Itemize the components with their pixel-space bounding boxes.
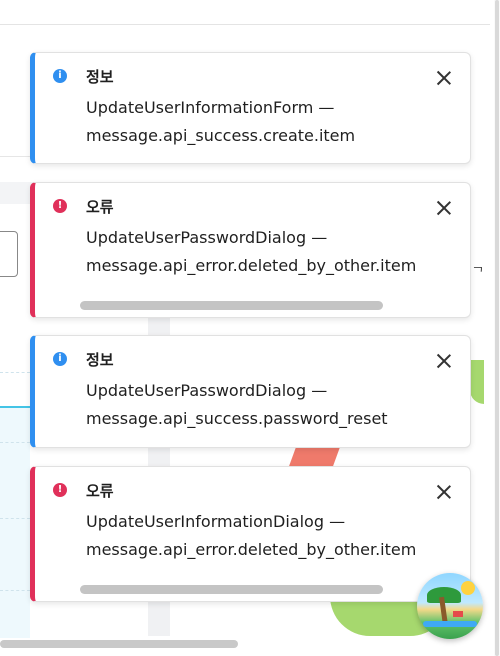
horizontal-scrollbar[interactable] <box>0 640 238 648</box>
toast-title: 오류 <box>86 482 114 500</box>
close-icon[interactable] <box>436 484 452 500</box>
toast-scrollbar[interactable] <box>80 301 383 310</box>
toast-notification: i 정보 UpdateUserInformationForm — message… <box>30 52 471 164</box>
chart-gridline <box>0 518 30 519</box>
toast-message: message.api_success.create.item <box>86 126 356 145</box>
close-icon[interactable] <box>436 70 452 86</box>
toast-message: message.api_error.deleted_by_other.item <box>86 540 417 559</box>
toast-body: 정보 UpdateUserPasswordDialog — message.ap… <box>35 336 470 447</box>
toast-notification: ! 오류 UpdateUserPasswordDialog — message.… <box>30 182 471 318</box>
toast-body: 오류 UpdateUserPasswordDialog — message.ap… <box>35 183 430 317</box>
toast-notification: i 정보 UpdateUserPasswordDialog — message.… <box>30 335 471 448</box>
chart-panel <box>0 406 30 638</box>
beach-island-icon[interactable] <box>417 573 483 639</box>
chart-gridline <box>0 372 30 373</box>
beach-chair-icon <box>453 611 463 617</box>
chart-gridline <box>0 442 30 443</box>
toast-title: 오류 <box>86 198 114 216</box>
toast-message: message.api_success.password_reset <box>86 409 388 428</box>
toast-notification: ! 오류 UpdateUserInformationDialog — messa… <box>30 466 471 602</box>
toast-source: UpdateUserInformationForm — <box>86 98 335 117</box>
vertical-scrollbar-thumb[interactable] <box>495 0 499 656</box>
section-divider <box>0 156 30 157</box>
toast-source: UpdateUserPasswordDialog — <box>86 381 328 400</box>
toast-message: message.api_error.deleted_by_other.item <box>86 256 417 275</box>
wave-icon <box>423 621 477 627</box>
toast-title: 정보 <box>86 68 114 86</box>
page-divider <box>0 24 490 25</box>
sun-icon <box>461 581 475 595</box>
partial-label: ᄀ <box>472 265 484 280</box>
toast-source: UpdateUserPasswordDialog — <box>86 228 328 247</box>
chart-slice-green <box>470 360 484 404</box>
chart-slice-red <box>288 448 340 468</box>
partial-input-field[interactable] <box>0 231 18 277</box>
close-icon[interactable] <box>436 353 452 369</box>
toast-scrollbar[interactable] <box>80 585 383 594</box>
close-icon[interactable] <box>436 200 452 216</box>
toast-body: 오류 UpdateUserInformationDialog — message… <box>35 467 430 601</box>
toast-body: 정보 UpdateUserInformationForm — message.a… <box>35 53 430 163</box>
vertical-scrollbar-track[interactable] <box>494 0 500 656</box>
chart-gridline <box>0 590 30 591</box>
toast-source: UpdateUserInformationDialog — <box>86 512 346 531</box>
toast-title: 정보 <box>86 351 114 369</box>
